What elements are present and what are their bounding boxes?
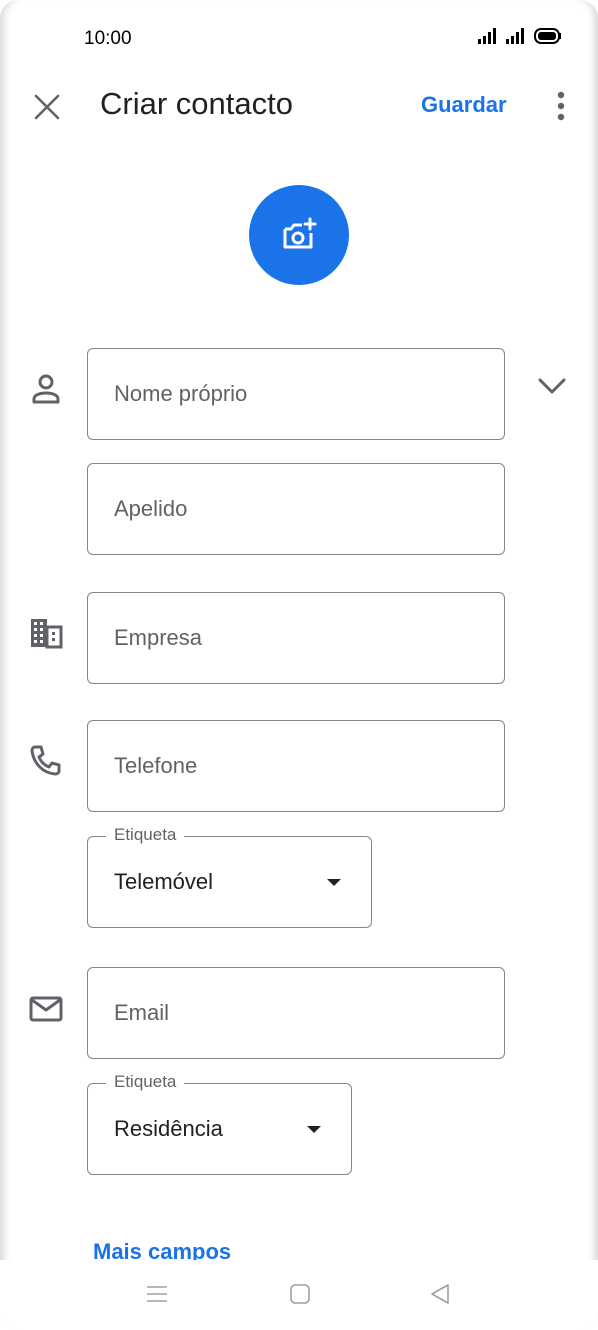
phone-screen: 10:00 Criar contacto Guardar Nome própri… bbox=[0, 0, 598, 1330]
square-icon bbox=[290, 1284, 310, 1304]
menu-nav-button[interactable] bbox=[145, 1282, 169, 1311]
dropdown-arrow-icon bbox=[327, 879, 341, 886]
back-nav-button[interactable] bbox=[428, 1282, 452, 1311]
menu-icon bbox=[147, 1286, 167, 1302]
close-button[interactable] bbox=[30, 90, 64, 124]
more-fields-button[interactable]: Mais campos bbox=[93, 1238, 231, 1260]
phone-label-select[interactable]: Etiqueta Telemóvel bbox=[87, 825, 372, 928]
dropdown-arrow-icon bbox=[307, 1126, 321, 1133]
navigation-bar bbox=[0, 1260, 598, 1330]
phone-field[interactable]: Telefone bbox=[87, 720, 505, 812]
status-time: 10:00 bbox=[84, 28, 132, 49]
home-nav-button[interactable] bbox=[288, 1282, 312, 1311]
add-photo-button[interactable] bbox=[249, 185, 349, 285]
last-name-field[interactable]: Apelido bbox=[87, 463, 505, 555]
page-title: Criar contacto bbox=[100, 86, 293, 121]
phone-label-value: Telemóvel bbox=[114, 869, 214, 894]
chevron-down-icon bbox=[538, 378, 566, 394]
company-field[interactable]: Empresa bbox=[87, 592, 505, 684]
email-label-value: Residência bbox=[114, 1116, 223, 1141]
phone-label-legend: Etiqueta bbox=[106, 825, 185, 845]
battery-icon bbox=[534, 28, 561, 44]
status-icons bbox=[478, 28, 562, 44]
email-label-select[interactable]: Etiqueta Residência bbox=[87, 1072, 352, 1175]
first-name-placeholder: Nome próprio bbox=[114, 381, 248, 406]
back-triangle-icon bbox=[431, 1284, 449, 1304]
last-name-placeholder: Apelido bbox=[114, 496, 188, 521]
more-vert-icon bbox=[557, 91, 565, 121]
company-placeholder: Empresa bbox=[114, 625, 203, 650]
close-icon bbox=[34, 94, 60, 120]
expand-name-button[interactable] bbox=[536, 372, 568, 400]
email-label-legend: Etiqueta bbox=[106, 1072, 185, 1092]
building-icon bbox=[28, 616, 64, 652]
email-placeholder: Email bbox=[114, 1000, 170, 1025]
signal-icon bbox=[478, 28, 496, 44]
more-options-button[interactable] bbox=[550, 90, 572, 124]
add-photo-icon bbox=[283, 217, 317, 249]
phone-placeholder: Telefone bbox=[114, 753, 198, 778]
first-name-field[interactable]: Nome próprio bbox=[87, 348, 505, 440]
email-field[interactable]: Email bbox=[87, 967, 505, 1059]
person-icon bbox=[28, 372, 64, 408]
save-button[interactable]: Guardar bbox=[421, 92, 507, 118]
phone-icon bbox=[28, 743, 64, 779]
signal-icon-2 bbox=[506, 28, 524, 44]
mail-icon bbox=[28, 992, 64, 1028]
